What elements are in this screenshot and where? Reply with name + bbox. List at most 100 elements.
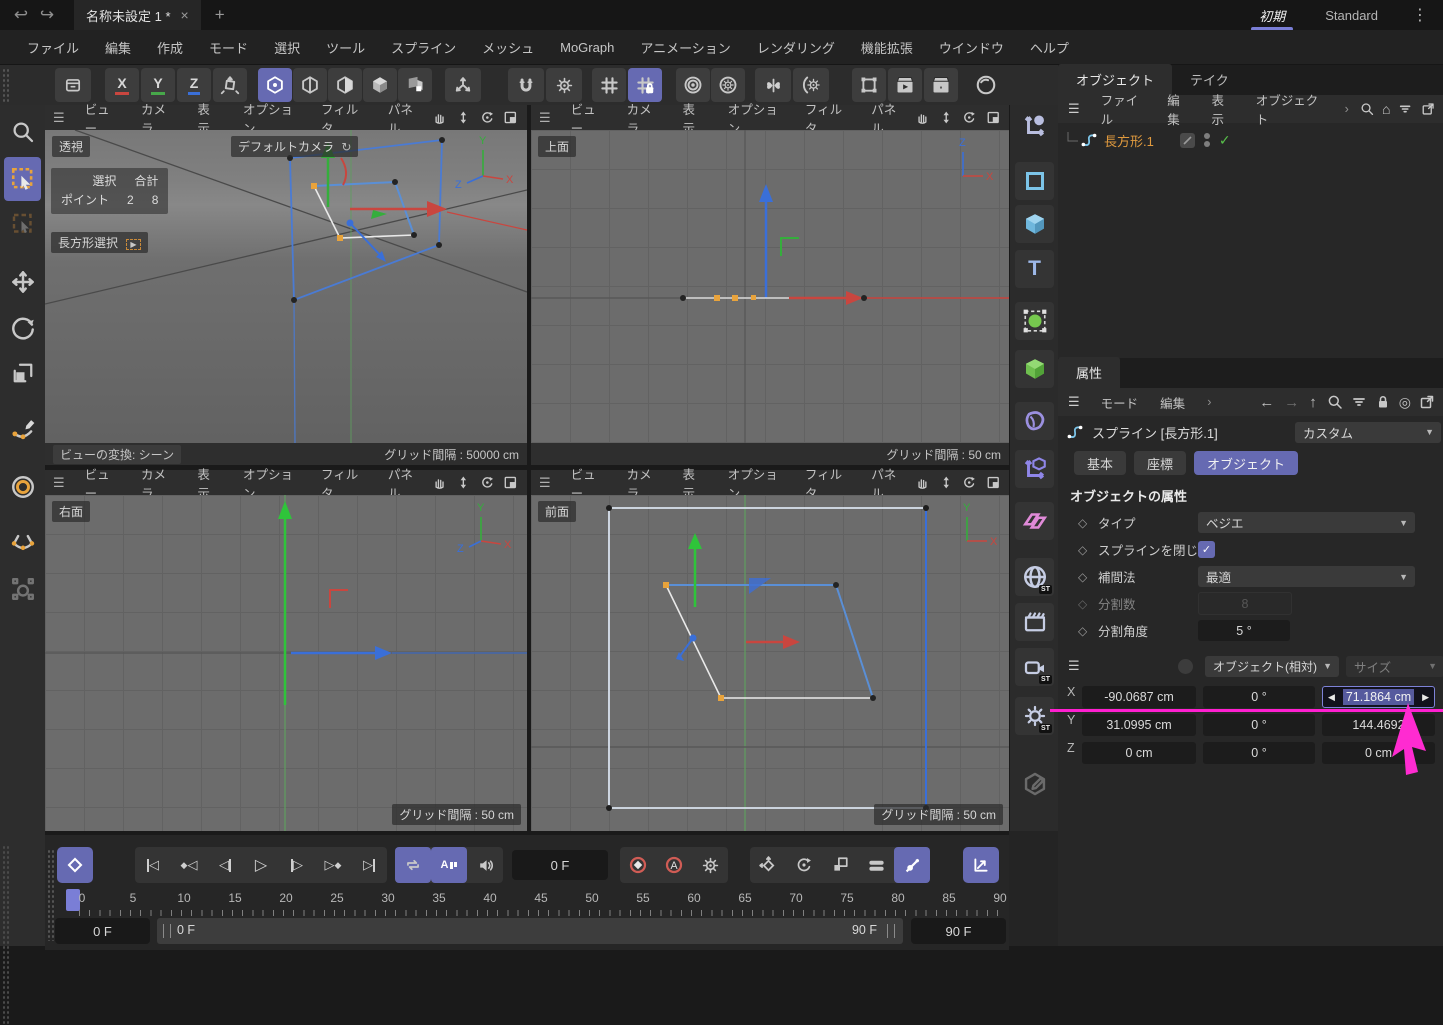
dolly-view-icon[interactable] [456, 109, 471, 126]
keyframe-diamond-icon[interactable]: ◇ [1078, 543, 1087, 557]
current-frame-field[interactable]: 0 F [512, 850, 608, 880]
menu-render[interactable]: レンダリング [744, 38, 848, 57]
model-mode-button[interactable] [363, 68, 397, 102]
menu-overflow-icon[interactable]: › [1334, 102, 1360, 116]
previous-key-button[interactable]: ◆◁ [171, 847, 207, 883]
stepper-left-icon[interactable]: ◀ [1328, 692, 1335, 703]
live-selection-button[interactable] [4, 157, 41, 201]
om-menu-file[interactable]: ファイル [1090, 90, 1157, 128]
spline-point[interactable] [392, 179, 398, 185]
enable-axis-button[interactable] [445, 68, 481, 102]
object-list-empty[interactable] [1058, 153, 1443, 355]
cloner-button[interactable] [1015, 502, 1054, 540]
rectangle-spline-button[interactable] [1015, 162, 1054, 200]
section-title[interactable]: オブジェクトの属性 [1070, 486, 1187, 505]
visibility-dots-icon[interactable] [1204, 133, 1210, 147]
object-name[interactable]: 長方形.1 [1104, 131, 1154, 150]
object-row-rectangle[interactable]: 長方形.1 ✓ [1058, 127, 1443, 153]
top-canvas[interactable]: Z X 上面 [531, 130, 1009, 443]
circle-spline-tool-button[interactable] [4, 468, 41, 505]
autokey-frame-toggle[interactable]: A [431, 847, 467, 883]
timeline-editor-button[interactable] [963, 847, 999, 883]
range-start-field[interactable]: 0 F [55, 918, 150, 944]
tool-badge-expand-icon[interactable]: ▶ [126, 239, 140, 250]
move-tool-button[interactable] [4, 263, 41, 300]
range-end-field[interactable]: 90 F [911, 918, 1006, 944]
pan-view-icon[interactable] [915, 474, 929, 491]
preview-range-slider[interactable]: 0 F 90 F [157, 918, 903, 944]
spline-point[interactable] [923, 505, 929, 511]
selected-point[interactable] [663, 582, 669, 588]
next-key-button[interactable]: ▷◆ [315, 847, 351, 883]
tab-attributes[interactable]: 属性 [1058, 357, 1120, 388]
text-object-button[interactable]: T [1015, 250, 1054, 288]
selected-point[interactable] [714, 295, 720, 301]
filter-icon[interactable] [1351, 394, 1367, 410]
next-frame-button[interactable]: ▷ [279, 847, 315, 883]
content-browser-button[interactable] [55, 68, 91, 102]
search-icon[interactable] [1360, 101, 1374, 117]
enable-check-icon[interactable]: ✓ [1219, 132, 1231, 149]
range-right-grip[interactable] [887, 924, 895, 938]
external-window-icon[interactable] [1419, 394, 1435, 410]
forward-icon[interactable]: → [1284, 394, 1299, 411]
preset-dropdown[interactable]: カスタム ▼ [1295, 422, 1441, 443]
target-icon[interactable]: ◎ [1399, 394, 1411, 411]
z-position-field[interactable]: 0 cm [1082, 742, 1196, 764]
keyframe-diamond-icon[interactable]: ◇ [1078, 570, 1087, 584]
menu-spline[interactable]: スプライン [378, 38, 469, 57]
rectangle-selection-button[interactable] [4, 205, 41, 242]
go-to-end-button[interactable]: ▷ [351, 847, 387, 883]
panel-menu-icon[interactable]: ☰ [1068, 101, 1080, 117]
pen-spline-tool-button[interactable] [4, 410, 41, 447]
render-region-frame-button[interactable] [852, 68, 886, 102]
stage-object-button[interactable] [1015, 603, 1054, 641]
workplane-button[interactable] [592, 68, 626, 102]
axis-lock-x-button[interactable]: X [105, 68, 139, 102]
key-rotation-toggle[interactable] [786, 847, 822, 883]
dolly-view-icon[interactable] [939, 474, 953, 491]
rotate-view-icon[interactable] [962, 109, 976, 126]
front-canvas[interactable]: Y X 前面 グリッド間隔 : 50 cm [531, 495, 1009, 831]
rotate-tool-button[interactable] [4, 308, 41, 345]
kebab-menu-icon[interactable]: ⋮ [1412, 5, 1429, 25]
x-position-field[interactable]: -90.0687 cm [1082, 686, 1196, 708]
material-ball-button[interactable] [968, 68, 1004, 102]
null-object-button[interactable] [1015, 450, 1054, 488]
document-tab[interactable]: 名称未設定 1 * × [74, 0, 201, 30]
panel-menu-icon[interactable]: ☰ [1068, 658, 1080, 674]
texture-mode-button[interactable] [398, 68, 432, 102]
pan-view-icon[interactable] [432, 474, 447, 491]
selected-point[interactable] [718, 695, 724, 701]
menu-animation[interactable]: アニメーション [627, 38, 743, 57]
up-icon[interactable]: ↑ [1309, 394, 1317, 411]
view-name-badge[interactable]: 上面 [538, 136, 576, 157]
loop-playback-toggle[interactable] [395, 847, 431, 883]
keyframe-diamond-icon[interactable]: ◇ [1078, 516, 1087, 530]
edges-mode-button[interactable] [293, 68, 327, 102]
view-name-badge[interactable]: 前面 [538, 501, 576, 522]
sound-toggle[interactable] [467, 847, 503, 883]
perspective-canvas[interactable]: Y Z X 透視 デフォルトカメラ ↻ 選択 合計 ポイント 2 8 長方形選 [45, 130, 527, 443]
type-dropdown[interactable]: ベジエ ▼ [1198, 512, 1415, 533]
search-icon[interactable] [1327, 394, 1343, 410]
record-active-objects-button[interactable] [620, 847, 656, 883]
home-icon[interactable]: ⌂ [1382, 101, 1390, 117]
menu-help[interactable]: ヘルプ [1017, 38, 1082, 57]
menu-edit[interactable]: 編集 [92, 38, 144, 57]
previous-frame-button[interactable]: ◁ [207, 847, 243, 883]
close-spline-checkbox[interactable]: ✓ [1198, 541, 1215, 558]
axis-modification-button[interactable] [1015, 107, 1054, 145]
workplane-lock-button[interactable] [628, 68, 662, 102]
maximize-view-icon[interactable] [986, 109, 1000, 126]
view-name-badge[interactable]: 右面 [52, 501, 90, 522]
viewport-menu-icon[interactable]: ☰ [531, 110, 559, 126]
panel-menu-icon[interactable]: ☰ [1068, 394, 1080, 410]
find-tool-button[interactable] [4, 113, 41, 150]
angle-input[interactable]: 5 ° [1198, 620, 1290, 641]
tab-basic[interactable]: 基本 [1074, 451, 1126, 475]
points-mode-button[interactable] [258, 68, 292, 102]
toolbar-grip[interactable] [2, 68, 9, 102]
go-to-start-button[interactable]: ◁ [135, 847, 171, 883]
lock-icon[interactable] [1375, 394, 1391, 410]
